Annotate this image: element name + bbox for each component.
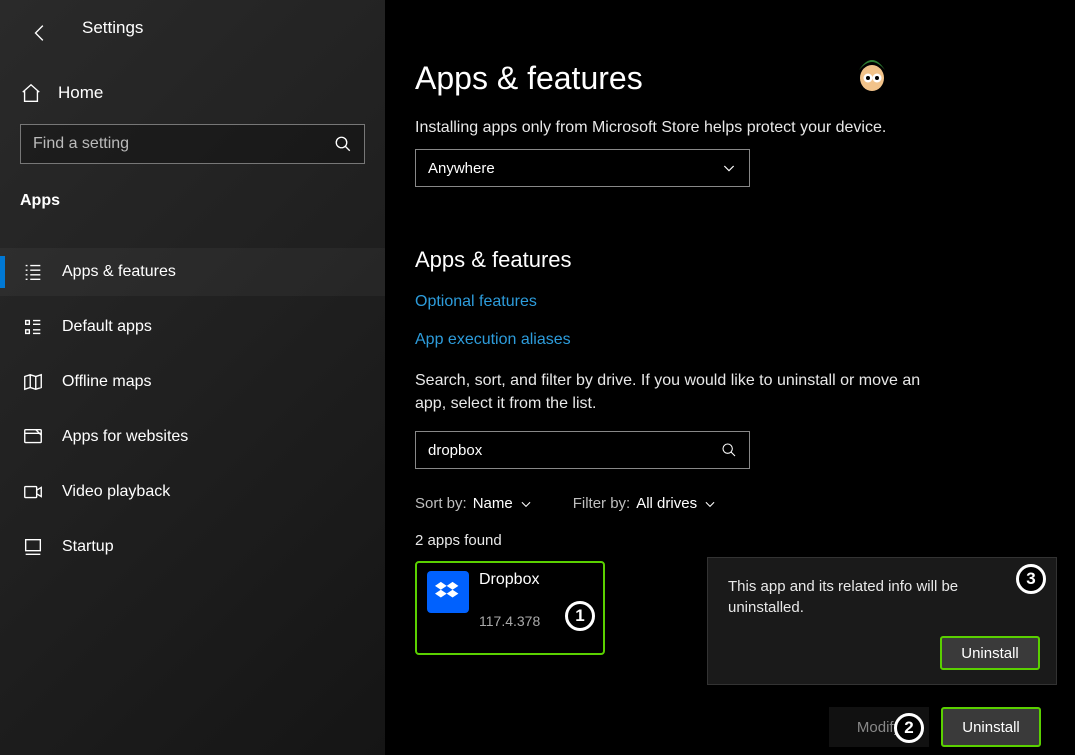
- chevron-down-icon: [703, 497, 717, 511]
- uninstall-confirm-popup: This app and its related info will be un…: [707, 557, 1057, 685]
- dropbox-icon: [427, 571, 469, 613]
- back-button[interactable]: [28, 20, 54, 46]
- uninstall-actions: This app and its related info will be un…: [707, 557, 1057, 747]
- nav-apps-for-websites[interactable]: Apps for websites: [0, 413, 385, 461]
- uninstall-button[interactable]: Uninstall: [941, 707, 1041, 747]
- nav-item-label: Video playback: [62, 483, 170, 501]
- sort-filter-row: Sort by: Name Filter by: All drives: [415, 495, 1035, 512]
- nav-item-label: Apps for websites: [62, 428, 188, 446]
- annotation-1: 1: [565, 601, 595, 631]
- website-icon: [22, 426, 44, 448]
- filter-by-label: Filter by:: [573, 495, 631, 512]
- sort-by-label: Sort by:: [415, 495, 467, 512]
- chevron-down-icon: [721, 160, 737, 176]
- link-app-exec-aliases[interactable]: App execution aliases: [415, 331, 1035, 349]
- sidebar-section-label: Apps: [20, 192, 60, 210]
- sort-by-dropdown[interactable]: Sort by: Name: [415, 495, 533, 512]
- apps-search-input[interactable]: [428, 442, 721, 459]
- popup-uninstall-button[interactable]: Uninstall: [940, 636, 1040, 670]
- nav-apps-and-features[interactable]: Apps & features: [0, 248, 385, 296]
- map-icon: [22, 371, 44, 393]
- popup-message: This app and its related info will be un…: [728, 576, 988, 618]
- startup-icon: [22, 536, 44, 558]
- settings-sidebar: Settings Home Apps Apps & features Defau…: [0, 0, 385, 755]
- nav-item-label: Offline maps: [62, 373, 152, 391]
- filter-by-value: All drives: [636, 495, 697, 512]
- filter-by-dropdown[interactable]: Filter by: All drives: [573, 495, 717, 512]
- app-name: Dropbox: [479, 571, 540, 589]
- app-version: 117.4.378: [479, 613, 540, 629]
- nav-startup[interactable]: Startup: [0, 523, 385, 571]
- list-icon: [22, 261, 44, 283]
- home-link[interactable]: Home: [20, 76, 103, 110]
- annotation-3: 3: [1016, 564, 1046, 594]
- link-optional-features[interactable]: Optional features: [415, 293, 1035, 311]
- defaults-icon: [22, 316, 44, 338]
- nav-offline-maps[interactable]: Offline maps: [0, 358, 385, 406]
- install-note: Installing apps only from Microsoft Stor…: [415, 119, 1035, 137]
- nav-default-apps[interactable]: Default apps: [0, 303, 385, 351]
- annotation-2: 2: [894, 713, 924, 743]
- app-list-item-dropbox[interactable]: Dropbox 117.4.378 1: [415, 561, 605, 655]
- apps-help-text: Search, sort, and filter by drive. If yo…: [415, 369, 955, 415]
- search-icon: [334, 135, 352, 153]
- video-icon: [22, 481, 44, 503]
- section-heading: Apps & features: [415, 247, 1035, 273]
- nav-video-playback[interactable]: Video playback: [0, 468, 385, 516]
- nav-item-label: Default apps: [62, 318, 152, 336]
- apps-found-count: 2 apps found: [415, 532, 1035, 549]
- home-icon: [20, 82, 42, 104]
- back-arrow-icon: [30, 22, 52, 44]
- nav-item-label: Apps & features: [62, 263, 176, 281]
- nav-item-label: Startup: [62, 538, 114, 556]
- sort-by-value: Name: [473, 495, 513, 512]
- settings-search[interactable]: [20, 124, 365, 164]
- settings-search-input[interactable]: [33, 135, 334, 153]
- chevron-down-icon: [519, 497, 533, 511]
- sidebar-nav: Apps & features Default apps Offline map…: [0, 248, 385, 571]
- apps-search[interactable]: [415, 431, 750, 469]
- page-title: Apps & features: [415, 60, 1035, 97]
- search-icon: [721, 442, 737, 458]
- install-source-dropdown[interactable]: Anywhere: [415, 149, 750, 187]
- window-title: Settings: [82, 18, 143, 38]
- home-label: Home: [58, 83, 103, 103]
- dropdown-selected: Anywhere: [428, 160, 495, 177]
